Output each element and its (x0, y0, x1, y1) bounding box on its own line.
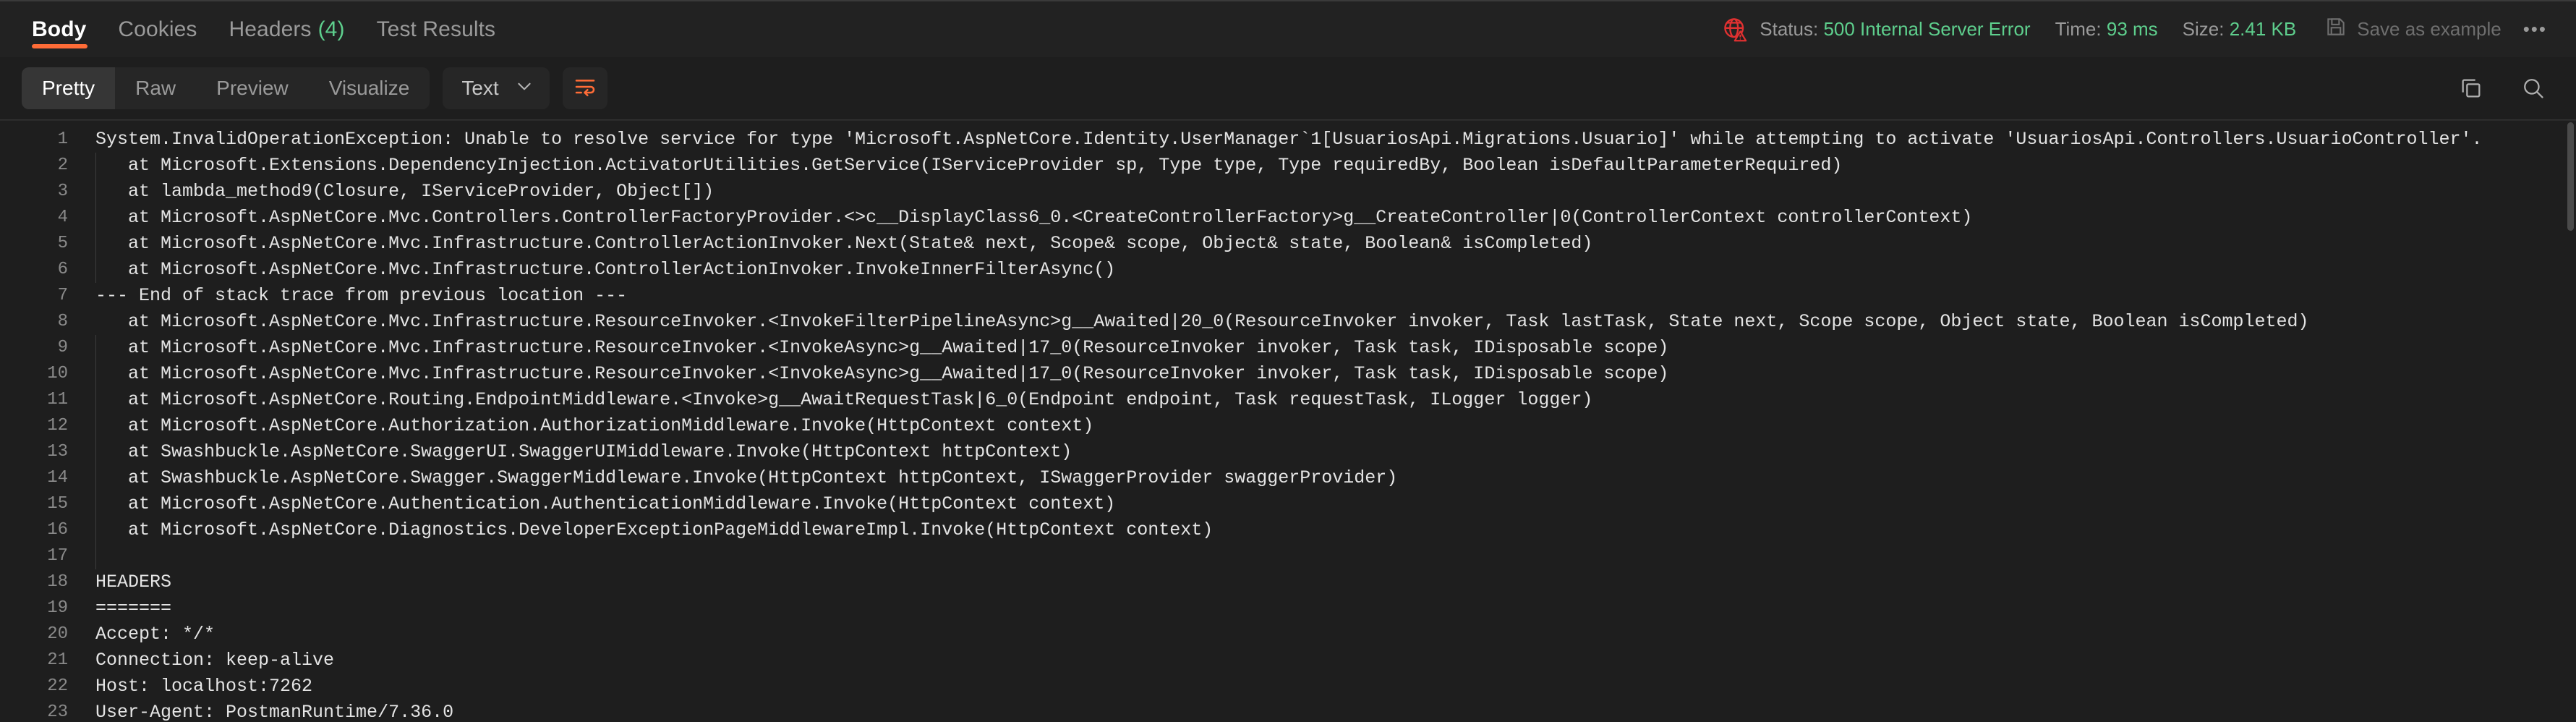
response-tabs: Body Cookies Headers (4) Test Results (22, 1, 511, 57)
format-select-value: Text (461, 77, 499, 99)
line-number: 10 (47, 364, 68, 383)
status-label: Status: (1760, 18, 1819, 40)
code-line[interactable]: System.InvalidOperationException: Unable… (95, 127, 2576, 153)
code-line[interactable]: at Microsoft.AspNetCore.Authentication.A… (95, 491, 2576, 517)
line-number: 2 (57, 156, 68, 175)
floppy-disk-icon (2325, 16, 2347, 43)
code-line[interactable]: Accept: */* (95, 621, 2576, 647)
code-line[interactable]: at Swashbuckle.AspNetCore.SwaggerUI.Swag… (95, 439, 2576, 465)
status-value: 500 Internal Server Error (1823, 18, 2031, 40)
body-toolbar-actions (2459, 76, 2551, 101)
line-number: 5 (57, 234, 68, 253)
line-number: 17 (47, 546, 68, 566)
size-label: Size: (2182, 18, 2225, 40)
view-mode-pretty-label: Pretty (42, 77, 95, 99)
code-content[interactable]: System.InvalidOperationException: Unable… (71, 127, 2576, 722)
copy-icon[interactable] (2459, 76, 2483, 101)
view-mode-raw-label: Raw (135, 77, 176, 99)
view-mode-preview-label: Preview (216, 77, 289, 99)
view-mode-raw[interactable]: Raw (115, 67, 196, 109)
search-match-highlight: System.InvalidOperationException: Unable… (95, 129, 2483, 150)
view-mode-visualize-label: Visualize (328, 77, 410, 99)
size-value: 2.41 KB (2229, 18, 2297, 40)
line-number: 12 (47, 416, 68, 436)
code-line[interactable]: Host: localhost:7262 (95, 674, 2576, 700)
view-mode-visualize[interactable]: Visualize (309, 67, 430, 109)
save-as-example-button[interactable]: Save as example (2325, 16, 2502, 43)
status-meta[interactable]: Status: 500 Internal Server Error (1760, 18, 2030, 41)
tab-cookies-label: Cookies (118, 17, 197, 41)
code-line[interactable]: ======= (95, 595, 2576, 621)
line-number: 14 (47, 468, 68, 488)
tab-cookies[interactable]: Cookies (102, 1, 213, 57)
chevron-down-icon (515, 77, 534, 101)
line-number: 11 (47, 390, 68, 409)
wrap-text-button[interactable] (562, 67, 607, 109)
line-number: 7 (57, 286, 68, 305)
save-as-example-label: Save as example (2357, 18, 2502, 40)
wrap-text-icon (573, 75, 597, 102)
search-icon[interactable] (2521, 76, 2546, 101)
response-pane: Body Cookies Headers (4) Test Results St… (0, 0, 2576, 722)
tab-body-label: Body (32, 17, 87, 41)
tab-headers-label: Headers (229, 17, 312, 41)
line-number: 19 (47, 598, 68, 618)
time-label: Time: (2055, 18, 2102, 40)
code-line[interactable]: at Microsoft.AspNetCore.Routing.Endpoint… (95, 387, 2576, 413)
line-number: 18 (47, 572, 68, 592)
code-line[interactable] (95, 543, 2576, 569)
response-topbar: Body Cookies Headers (4) Test Results St… (0, 1, 2576, 57)
code-line[interactable]: at Microsoft.AspNetCore.Authorization.Au… (95, 413, 2576, 439)
line-number-gutter: 1 2 3 4 5 6 7 8 9 10 11 12 13 14 15 16 17 18 19 20 21 22 23 (0, 127, 71, 722)
code-line[interactable]: at Microsoft.AspNetCore.Mvc.Infrastructu… (95, 361, 2576, 387)
line-number: 3 (57, 182, 68, 201)
code-line[interactable]: at lambda_method9(Closure, IServiceProvi… (95, 179, 2576, 205)
indent-guide (95, 335, 96, 569)
tab-body[interactable]: Body (22, 1, 102, 57)
line-number: 13 (47, 442, 68, 462)
line-number: 21 (47, 650, 68, 670)
code-line[interactable]: Connection: keep-alive (95, 647, 2576, 674)
code-line[interactable]: at Microsoft.AspNetCore.Diagnostics.Deve… (95, 517, 2576, 543)
response-status-bar: Status: 500 Internal Server Error Time: … (1722, 16, 2551, 43)
code-line[interactable]: at Swashbuckle.AspNetCore.Swagger.Swagge… (95, 465, 2576, 491)
view-mode-segmented-control: Pretty Raw Preview Visualize (22, 67, 430, 109)
time-meta[interactable]: Time: 93 ms (2055, 18, 2158, 41)
line-number: 20 (47, 624, 68, 644)
code-line[interactable]: at Microsoft.AspNetCore.Mvc.Infrastructu… (95, 309, 2576, 335)
tab-test-results[interactable]: Test Results (361, 1, 512, 57)
code-line[interactable]: at Microsoft.AspNetCore.Mvc.Controllers.… (95, 205, 2576, 231)
time-value: 93 ms (2106, 18, 2158, 40)
format-select[interactable]: Text (443, 67, 550, 109)
tab-headers[interactable]: Headers (4) (213, 1, 361, 57)
line-number: 22 (47, 676, 68, 696)
line-number: 15 (47, 494, 68, 514)
response-body-editor[interactable]: 1 2 3 4 5 6 7 8 9 10 11 12 13 14 15 16 17 18 19 20 21 22 23 Sy… (0, 120, 2576, 722)
globe-warning-icon (1722, 16, 1749, 43)
code-line[interactable]: at Microsoft.AspNetCore.Mvc.Infrastructu… (95, 335, 2576, 361)
status-group: Status: 500 Internal Server Error Time: … (1722, 16, 2325, 43)
line-number: 8 (57, 312, 68, 331)
code-line[interactable]: --- End of stack trace from previous loc… (95, 283, 2576, 309)
code-line[interactable]: at Microsoft.AspNetCore.Mvc.Infrastructu… (95, 257, 2576, 283)
vertical-scrollbar[interactable] (2567, 122, 2574, 231)
line-number: 16 (47, 520, 68, 540)
size-meta[interactable]: Size: 2.41 KB (2183, 18, 2297, 41)
tab-headers-count: (4) (317, 17, 345, 41)
line-number: 9 (57, 338, 68, 357)
body-toolbar: Pretty Raw Preview Visualize Text (0, 57, 2576, 119)
line-number: 23 (47, 702, 68, 722)
view-mode-preview[interactable]: Preview (196, 67, 309, 109)
indent-guide (95, 153, 96, 283)
line-number: 4 (57, 208, 68, 227)
code-line[interactable]: at Microsoft.Extensions.DependencyInject… (95, 153, 2576, 179)
code-line[interactable]: User-Agent: PostmanRuntime/7.36.0 (95, 700, 2576, 722)
line-number: 1 (57, 129, 68, 149)
code-line[interactable]: at Microsoft.AspNetCore.Mvc.Infrastructu… (95, 231, 2576, 257)
line-number: 6 (57, 260, 68, 279)
tab-test-results-label: Test Results (376, 17, 496, 41)
more-options-button[interactable]: ••• (2520, 18, 2547, 41)
code-line[interactable]: HEADERS (95, 569, 2576, 595)
view-mode-pretty[interactable]: Pretty (22, 67, 116, 109)
